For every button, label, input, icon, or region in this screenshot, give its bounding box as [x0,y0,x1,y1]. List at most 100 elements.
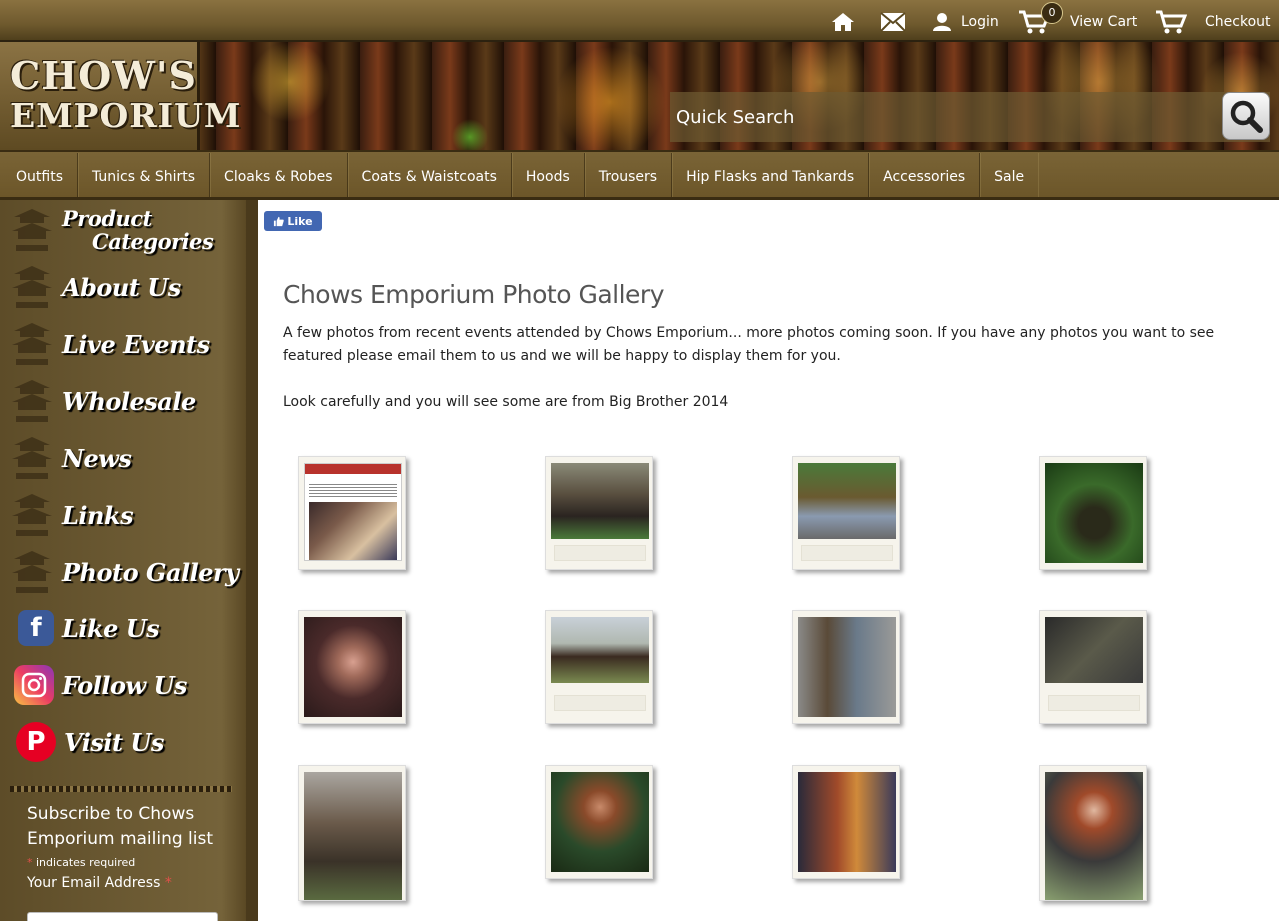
search-input[interactable] [670,97,1210,137]
pagoda-icon [12,380,52,422]
sidebar-label-categories: Categories [92,229,214,254]
gallery-photo-7[interactable] [792,610,900,724]
newspaper-image [309,502,397,560]
nav-item-hoods[interactable]: Hoods [512,152,585,197]
gallery-photo-9[interactable] [298,765,406,901]
gallery-image [304,772,402,900]
gallery-image [304,617,402,717]
view-cart-label: View Cart [1070,14,1138,30]
sidebar-item-about-us[interactable]: About Us [10,261,240,313]
nav-item-hip-flasks[interactable]: Hip Flasks and Tankards [672,152,870,197]
sidebar-item-product-categories[interactable]: Product Categories [10,204,240,256]
gallery-photo-11[interactable] [792,765,900,879]
newspaper-header [305,464,401,474]
sidebar-item-photo-gallery[interactable]: Photo Gallery [10,546,240,598]
sidebar-item-wholesale[interactable]: Wholesale [10,375,240,427]
logo-text-line1: CHOW'S [10,53,198,98]
gallery-image [1045,617,1143,683]
subscribe-heading: Subscribe to Chows Emporium mailing list [27,804,214,849]
gallery-photo-4[interactable] [1039,456,1147,570]
gallery-image [1045,463,1143,563]
required-note-text: indicates required [36,856,136,869]
gallery-image [1045,772,1143,900]
sidebar-label: Like Us [62,613,160,643]
main-content: Like Chows Emporium Photo Gallery A few … [258,200,1279,921]
photo-caption [1048,695,1140,711]
required-note: * indicates required [27,856,237,869]
sidebar: Product Categories About Us Live Events … [0,200,258,921]
gallery-photo-1[interactable] [298,456,406,570]
facebook-like-button[interactable]: Like [264,211,322,231]
main-navigation: Outfits Tunics & Shirts Cloaks & Robes C… [0,150,1279,200]
required-star: * [27,856,33,869]
gallery-photo-10[interactable] [545,765,653,879]
sidebar-label: Wholesale [62,386,196,416]
sidebar-item-follow-us[interactable]: Follow Us [10,659,240,711]
sidebar-item-live-events[interactable]: Live Events [10,318,240,370]
view-cart-link[interactable]: View Cart [1018,8,1137,36]
nav-item-outfits[interactable]: Outfits [0,152,78,197]
home-link[interactable] [831,8,855,36]
photo-caption [554,695,646,711]
cart-count-badge: 0 [1041,2,1063,24]
gallery-photo-6[interactable] [545,610,653,724]
sidebar-item-news[interactable]: News [10,432,240,484]
instagram-icon [14,665,54,705]
home-icon [832,13,854,31]
sidebar-label: News [62,443,132,473]
gallery-photo-2[interactable] [545,456,653,570]
cart-icon [1156,10,1187,34]
gallery-image [798,617,896,717]
nav-item-trousers[interactable]: Trousers [585,152,673,197]
sidebar-item-visit-us[interactable]: P Visit Us [10,716,240,768]
nav-item-tunics-shirts[interactable]: Tunics & Shirts [78,152,211,197]
site-logo[interactable]: CHOW'S EMPORIUM [0,42,240,150]
pinterest-icon: P [16,722,56,762]
pagoda-icon [12,551,52,593]
sidebar-item-links[interactable]: Links [10,489,240,541]
sidebar-divider [10,786,232,792]
sidebar-label: Live Events [62,329,210,359]
login-link[interactable]: Login [932,8,999,36]
quick-search [670,92,1270,142]
contact-link[interactable] [880,8,906,36]
top-utility-bar: Login View Cart 0 Checkout [0,0,1279,42]
login-label: Login [961,14,999,30]
like-label: Like [287,214,313,228]
gallery-photo-8[interactable] [1039,610,1147,724]
email-label-text: Your Email Address [27,875,161,891]
newspaper-photo [304,463,402,561]
nav-item-coats-waistcoats[interactable]: Coats & Waistcoats [348,152,512,197]
note-text: Look carefully and you will see some are… [283,394,729,410]
user-icon [933,13,951,31]
thumbs-up-icon [274,216,285,226]
photo-caption [801,545,893,561]
pagoda-icon [12,266,52,308]
gallery-photo-12[interactable] [1039,765,1147,901]
facebook-icon: f [18,610,54,646]
gallery-image [798,772,896,872]
email-field[interactable] [27,912,218,921]
sidebar-label: Links [62,500,134,530]
nav-item-accessories[interactable]: Accessories [869,152,981,197]
nav-item-sale[interactable]: Sale [980,153,1038,197]
search-icon [1230,100,1263,133]
gallery-image [551,772,649,872]
gallery-photo-3[interactable] [792,456,900,570]
pagoda-icon [12,437,52,479]
gallery-photo-5[interactable] [298,610,406,724]
checkout-link[interactable]: Checkout [1155,8,1271,36]
search-button[interactable] [1222,92,1270,140]
newspaper-text [309,484,397,498]
sidebar-label: Visit Us [64,727,164,757]
logo-text-line2: EMPORIUM [10,96,242,135]
pagoda-icon [12,323,52,365]
sidebar-label-product: Product [62,206,152,231]
photo-caption [554,545,646,561]
pagoda-icon [12,494,52,536]
header-banner: CHOW'S EMPORIUM [0,42,1279,150]
gallery-image [798,463,896,539]
nav-item-cloaks-robes[interactable]: Cloaks & Robes [210,152,348,197]
sidebar-item-like-us[interactable]: f Like Us [10,602,240,654]
pagoda-icon [12,209,52,251]
